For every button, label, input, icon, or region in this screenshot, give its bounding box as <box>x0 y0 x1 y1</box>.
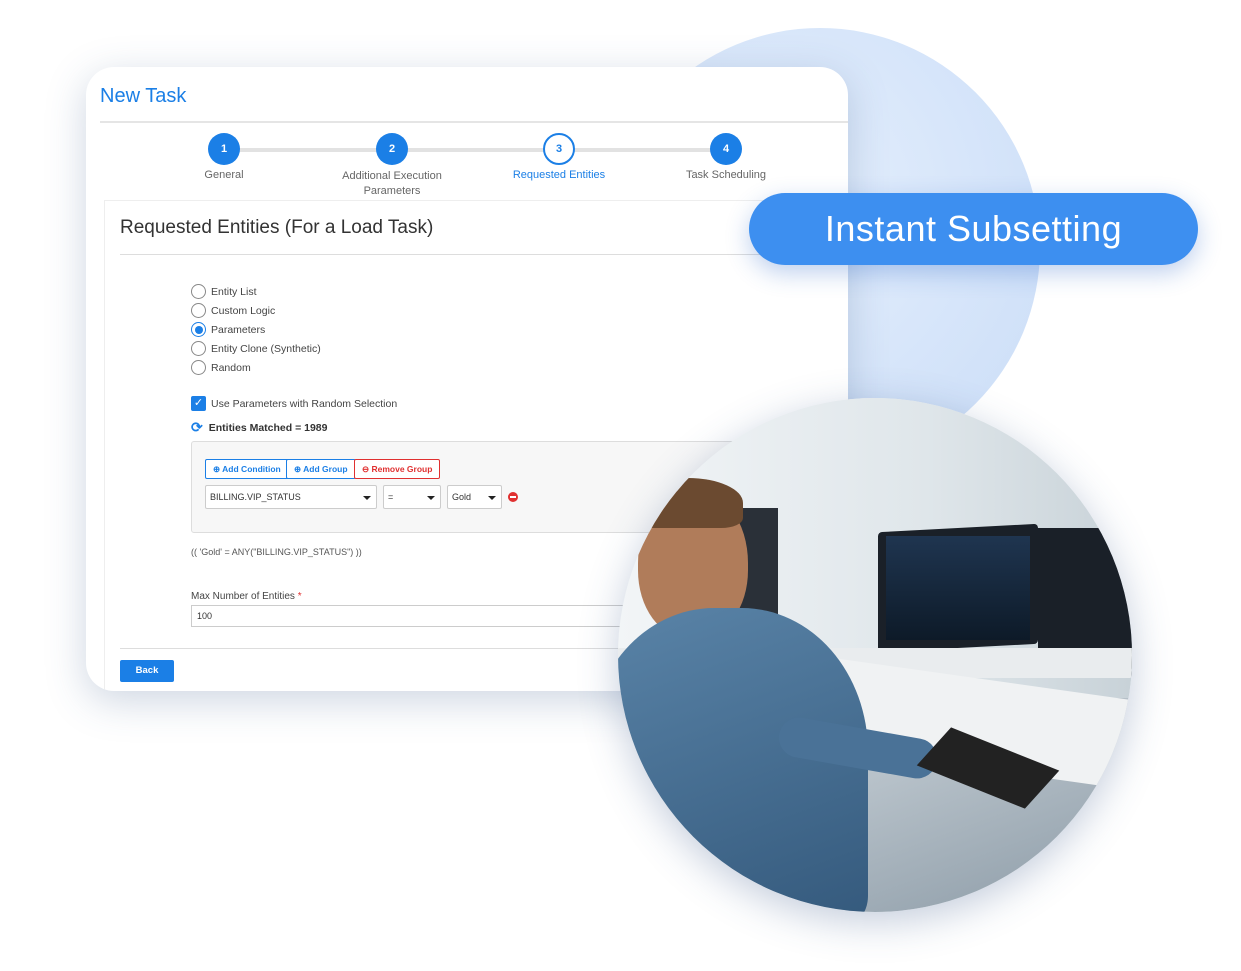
entities-matched: ⟳ Entities Matched = 1989 <box>191 419 328 436</box>
step-number: 2 <box>376 133 408 165</box>
divider <box>120 254 848 255</box>
add-condition-button[interactable]: ⊕ Add Condition <box>205 459 289 479</box>
random-selection-checkbox[interactable]: ✓ Use Parameters with Random Selection <box>191 396 397 411</box>
checkbox-label: Use Parameters with Random Selection <box>211 397 398 410</box>
step-additional-parameters[interactable]: 2 Additional Execution Parameters <box>322 133 462 199</box>
instant-subsetting-banner: Instant Subsetting <box>749 193 1198 265</box>
radio-label: Entity List <box>211 285 257 298</box>
add-group-button[interactable]: ⊕ Add Group <box>286 459 356 479</box>
refresh-icon[interactable]: ⟳ <box>191 419 203 436</box>
stepper-line <box>224 148 724 152</box>
step-label: Requested Entities <box>512 169 606 181</box>
step-task-scheduling[interactable]: 4 Task Scheduling <box>656 133 796 181</box>
step-number: 4 <box>710 133 742 165</box>
max-entities-label: Max Number of Entities * <box>191 591 302 602</box>
back-button[interactable]: Back <box>120 660 174 682</box>
section-title: Requested Entities (For a Load Task) <box>120 217 434 238</box>
step-label: Task Scheduling <box>685 169 767 181</box>
checkmark-icon: ✓ <box>191 396 206 411</box>
step-number: 1 <box>208 133 240 165</box>
radio-label: Custom Logic <box>211 304 276 317</box>
step-number: 3 <box>543 133 575 165</box>
remove-condition-icon[interactable] <box>508 492 518 502</box>
step-label: Additional Execution Parameters <box>342 170 442 197</box>
developer-photo <box>618 398 1132 912</box>
radio-random[interactable]: Random <box>191 360 251 375</box>
radio-label: Entity Clone (Synthetic) <box>211 342 321 355</box>
step-general[interactable]: 1 General <box>154 133 294 181</box>
radio-parameters[interactable]: Parameters <box>191 322 265 337</box>
entities-matched-text: Entities Matched = 1989 <box>208 421 328 434</box>
radio-entity-list[interactable]: Entity List <box>191 284 257 299</box>
remove-group-button[interactable]: ⊖ Remove Group <box>354 459 441 479</box>
step-label: General <box>204 169 244 181</box>
field-select[interactable]: BILLING.VIP_STATUS <box>205 485 377 509</box>
operator-select[interactable]: = <box>383 485 441 509</box>
divider <box>100 121 848 123</box>
step-requested-entities[interactable]: 3 Requested Entities <box>489 133 629 181</box>
radio-custom-logic[interactable]: Custom Logic <box>191 303 275 318</box>
radio-label: Parameters <box>211 323 266 336</box>
query-expression: (( 'Gold' = ANY("BILLING.VIP_STATUS") )) <box>191 547 362 557</box>
radio-entity-clone[interactable]: Entity Clone (Synthetic) <box>191 341 321 356</box>
value-select[interactable]: Gold <box>447 485 502 509</box>
dialog-title: New Task <box>100 85 187 107</box>
radio-label: Random <box>211 361 251 374</box>
